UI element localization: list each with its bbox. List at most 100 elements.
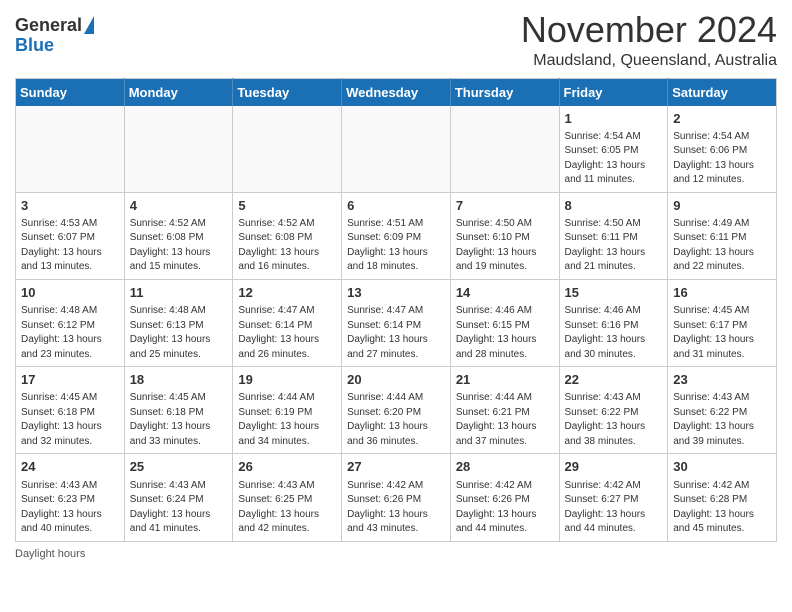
logo: General Blue — [15, 16, 94, 56]
calendar-cell — [124, 106, 233, 193]
calendar-cell: 2 Sunrise: 4:54 AM Sunset: 6:06 PM Daylig… — [668, 106, 777, 193]
day-detail: Sunrise: 4:43 AM Sunset: 6:23 PM Dayligh… — [21, 479, 119, 537]
day-number: 12 — [238, 284, 336, 302]
calendar-cell: 7 Sunrise: 4:50 AM Sunset: 6:10 PM Daylig… — [450, 192, 559, 279]
day-detail: Sunrise: 4:42 AM Sunset: 6:27 PM Dayligh… — [565, 479, 663, 537]
page-header: General Blue November 2024 Maudsland, Qu… — [15, 10, 777, 70]
day-number: 9 — [673, 197, 771, 215]
calendar-cell: 14 Sunrise: 4:46 AM Sunset: 6:15 PM Dayli… — [450, 279, 559, 366]
logo-triangle-icon — [84, 16, 94, 34]
day-detail: Sunrise: 4:43 AM Sunset: 6:25 PM Dayligh… — [238, 479, 336, 537]
day-number: 3 — [21, 197, 119, 215]
col-header-monday: Monday — [124, 78, 233, 106]
day-number: 25 — [130, 458, 228, 476]
col-header-saturday: Saturday — [668, 78, 777, 106]
calendar-cell: 26Sunrise: 4:43 AM Sunset: 6:25 PM Dayli… — [233, 454, 342, 541]
day-detail: Sunrise: 4:53 AM Sunset: 6:07 PM Dayligh… — [21, 217, 119, 275]
day-number: 29 — [565, 458, 663, 476]
day-detail: Sunrise: 4:54 AM Sunset: 6:06 PM Dayligh… — [673, 130, 771, 188]
day-detail: Sunrise: 4:50 AM Sunset: 6:11 PM Dayligh… — [565, 217, 663, 275]
calendar-week-1: 3 Sunrise: 4:53 AM Sunset: 6:07 PM Daylig… — [16, 192, 777, 279]
col-header-thursday: Thursday — [450, 78, 559, 106]
calendar-cell: 10 Sunrise: 4:48 AM Sunset: 6:12 PM Dayli… — [16, 279, 125, 366]
calendar-week-4: 24Sunrise: 4:43 AM Sunset: 6:23 PM Dayli… — [16, 454, 777, 541]
col-header-friday: Friday — [559, 78, 668, 106]
calendar-week-3: 17 Sunrise: 4:45 AM Sunset: 6:18 PM Dayli… — [16, 367, 777, 454]
calendar-header-row: SundayMondayTuesdayWednesdayThursdayFrid… — [16, 78, 777, 106]
calendar-cell: 20Sunrise: 4:44 AM Sunset: 6:20 PM Dayli… — [342, 367, 451, 454]
logo-general: General — [15, 16, 82, 36]
day-detail: Sunrise: 4:47 AM Sunset: 6:14 PM Dayligh… — [238, 304, 336, 362]
day-number: 27 — [347, 458, 445, 476]
subtitle: Maudsland, Queensland, Australia — [521, 52, 777, 70]
day-detail: Sunrise: 4:42 AM Sunset: 6:28 PM Dayligh… — [673, 479, 771, 537]
calendar-cell: 19 Sunrise: 4:44 AM Sunset: 6:19 PM Dayli… — [233, 367, 342, 454]
footer-note: Daylight hours — [15, 548, 777, 560]
day-number: 19 — [238, 371, 336, 389]
calendar-cell: 16Sunrise: 4:45 AM Sunset: 6:17 PM Dayli… — [668, 279, 777, 366]
day-number: 28 — [456, 458, 554, 476]
day-number: 8 — [565, 197, 663, 215]
calendar-cell: 23 Sunrise: 4:43 AM Sunset: 6:22 PM Dayli… — [668, 367, 777, 454]
day-number: 10 — [21, 284, 119, 302]
day-detail: Sunrise: 4:45 AM Sunset: 6:18 PM Dayligh… — [21, 391, 119, 449]
calendar-cell — [342, 106, 451, 193]
calendar-cell — [233, 106, 342, 193]
day-number: 21 — [456, 371, 554, 389]
day-number: 4 — [130, 197, 228, 215]
day-number: 14 — [456, 284, 554, 302]
day-detail: Sunrise: 4:48 AM Sunset: 6:12 PM Dayligh… — [21, 304, 119, 362]
calendar-cell — [450, 106, 559, 193]
day-detail: Sunrise: 4:54 AM Sunset: 6:05 PM Dayligh… — [565, 130, 663, 188]
day-detail: Sunrise: 4:46 AM Sunset: 6:15 PM Dayligh… — [456, 304, 554, 362]
day-detail: Sunrise: 4:44 AM Sunset: 6:21 PM Dayligh… — [456, 391, 554, 449]
col-header-wednesday: Wednesday — [342, 78, 451, 106]
day-number: 22 — [565, 371, 663, 389]
calendar-cell: 5 Sunrise: 4:52 AM Sunset: 6:08 PM Daylig… — [233, 192, 342, 279]
day-detail: Sunrise: 4:42 AM Sunset: 6:26 PM Dayligh… — [456, 479, 554, 537]
calendar-cell: 17 Sunrise: 4:45 AM Sunset: 6:18 PM Dayli… — [16, 367, 125, 454]
day-detail: Sunrise: 4:50 AM Sunset: 6:10 PM Dayligh… — [456, 217, 554, 275]
day-number: 15 — [565, 284, 663, 302]
col-header-sunday: Sunday — [16, 78, 125, 106]
calendar-cell: 9 Sunrise: 4:49 AM Sunset: 6:11 PM Daylig… — [668, 192, 777, 279]
day-detail: Sunrise: 4:45 AM Sunset: 6:18 PM Dayligh… — [130, 391, 228, 449]
day-number: 18 — [130, 371, 228, 389]
calendar-cell — [16, 106, 125, 193]
day-detail: Sunrise: 4:44 AM Sunset: 6:19 PM Dayligh… — [238, 391, 336, 449]
day-number: 1 — [565, 110, 663, 128]
calendar-cell: 6Sunrise: 4:51 AM Sunset: 6:09 PM Daylig… — [342, 192, 451, 279]
day-number: 2 — [673, 110, 771, 128]
calendar-week-2: 10 Sunrise: 4:48 AM Sunset: 6:12 PM Dayli… — [16, 279, 777, 366]
calendar-cell: 22 Sunrise: 4:43 AM Sunset: 6:22 PM Dayli… — [559, 367, 668, 454]
calendar-cell: 30Sunrise: 4:42 AM Sunset: 6:28 PM Dayli… — [668, 454, 777, 541]
day-number: 7 — [456, 197, 554, 215]
day-detail: Sunrise: 4:42 AM Sunset: 6:26 PM Dayligh… — [347, 479, 445, 537]
calendar-cell: 11 Sunrise: 4:48 AM Sunset: 6:13 PM Dayli… — [124, 279, 233, 366]
day-detail: Sunrise: 4:52 AM Sunset: 6:08 PM Dayligh… — [238, 217, 336, 275]
calendar-cell: 18 Sunrise: 4:45 AM Sunset: 6:18 PM Dayli… — [124, 367, 233, 454]
calendar-cell: 24Sunrise: 4:43 AM Sunset: 6:23 PM Dayli… — [16, 454, 125, 541]
day-number: 6 — [347, 197, 445, 215]
day-number: 23 — [673, 371, 771, 389]
col-header-tuesday: Tuesday — [233, 78, 342, 106]
day-number: 5 — [238, 197, 336, 215]
calendar-cell: 3 Sunrise: 4:53 AM Sunset: 6:07 PM Daylig… — [16, 192, 125, 279]
day-detail: Sunrise: 4:52 AM Sunset: 6:08 PM Dayligh… — [130, 217, 228, 275]
day-detail: Sunrise: 4:47 AM Sunset: 6:14 PM Dayligh… — [347, 304, 445, 362]
day-number: 17 — [21, 371, 119, 389]
day-detail: Sunrise: 4:43 AM Sunset: 6:22 PM Dayligh… — [673, 391, 771, 449]
day-number: 11 — [130, 284, 228, 302]
calendar-cell: 12 Sunrise: 4:47 AM Sunset: 6:14 PM Dayli… — [233, 279, 342, 366]
day-number: 13 — [347, 284, 445, 302]
day-detail: Sunrise: 4:44 AM Sunset: 6:20 PM Dayligh… — [347, 391, 445, 449]
day-detail: Sunrise: 4:43 AM Sunset: 6:24 PM Dayligh… — [130, 479, 228, 537]
calendar-cell: 13 Sunrise: 4:47 AM Sunset: 6:14 PM Dayli… — [342, 279, 451, 366]
calendar-week-0: 1 Sunrise: 4:54 AM Sunset: 6:05 PM Daylig… — [16, 106, 777, 193]
calendar-cell: 27 Sunrise: 4:42 AM Sunset: 6:26 PM Dayli… — [342, 454, 451, 541]
calendar-cell: 28 Sunrise: 4:42 AM Sunset: 6:26 PM Dayli… — [450, 454, 559, 541]
day-detail: Sunrise: 4:43 AM Sunset: 6:22 PM Dayligh… — [565, 391, 663, 449]
day-detail: Sunrise: 4:48 AM Sunset: 6:13 PM Dayligh… — [130, 304, 228, 362]
title-block: November 2024 Maudsland, Queensland, Aus… — [521, 10, 777, 70]
day-detail: Sunrise: 4:49 AM Sunset: 6:11 PM Dayligh… — [673, 217, 771, 275]
